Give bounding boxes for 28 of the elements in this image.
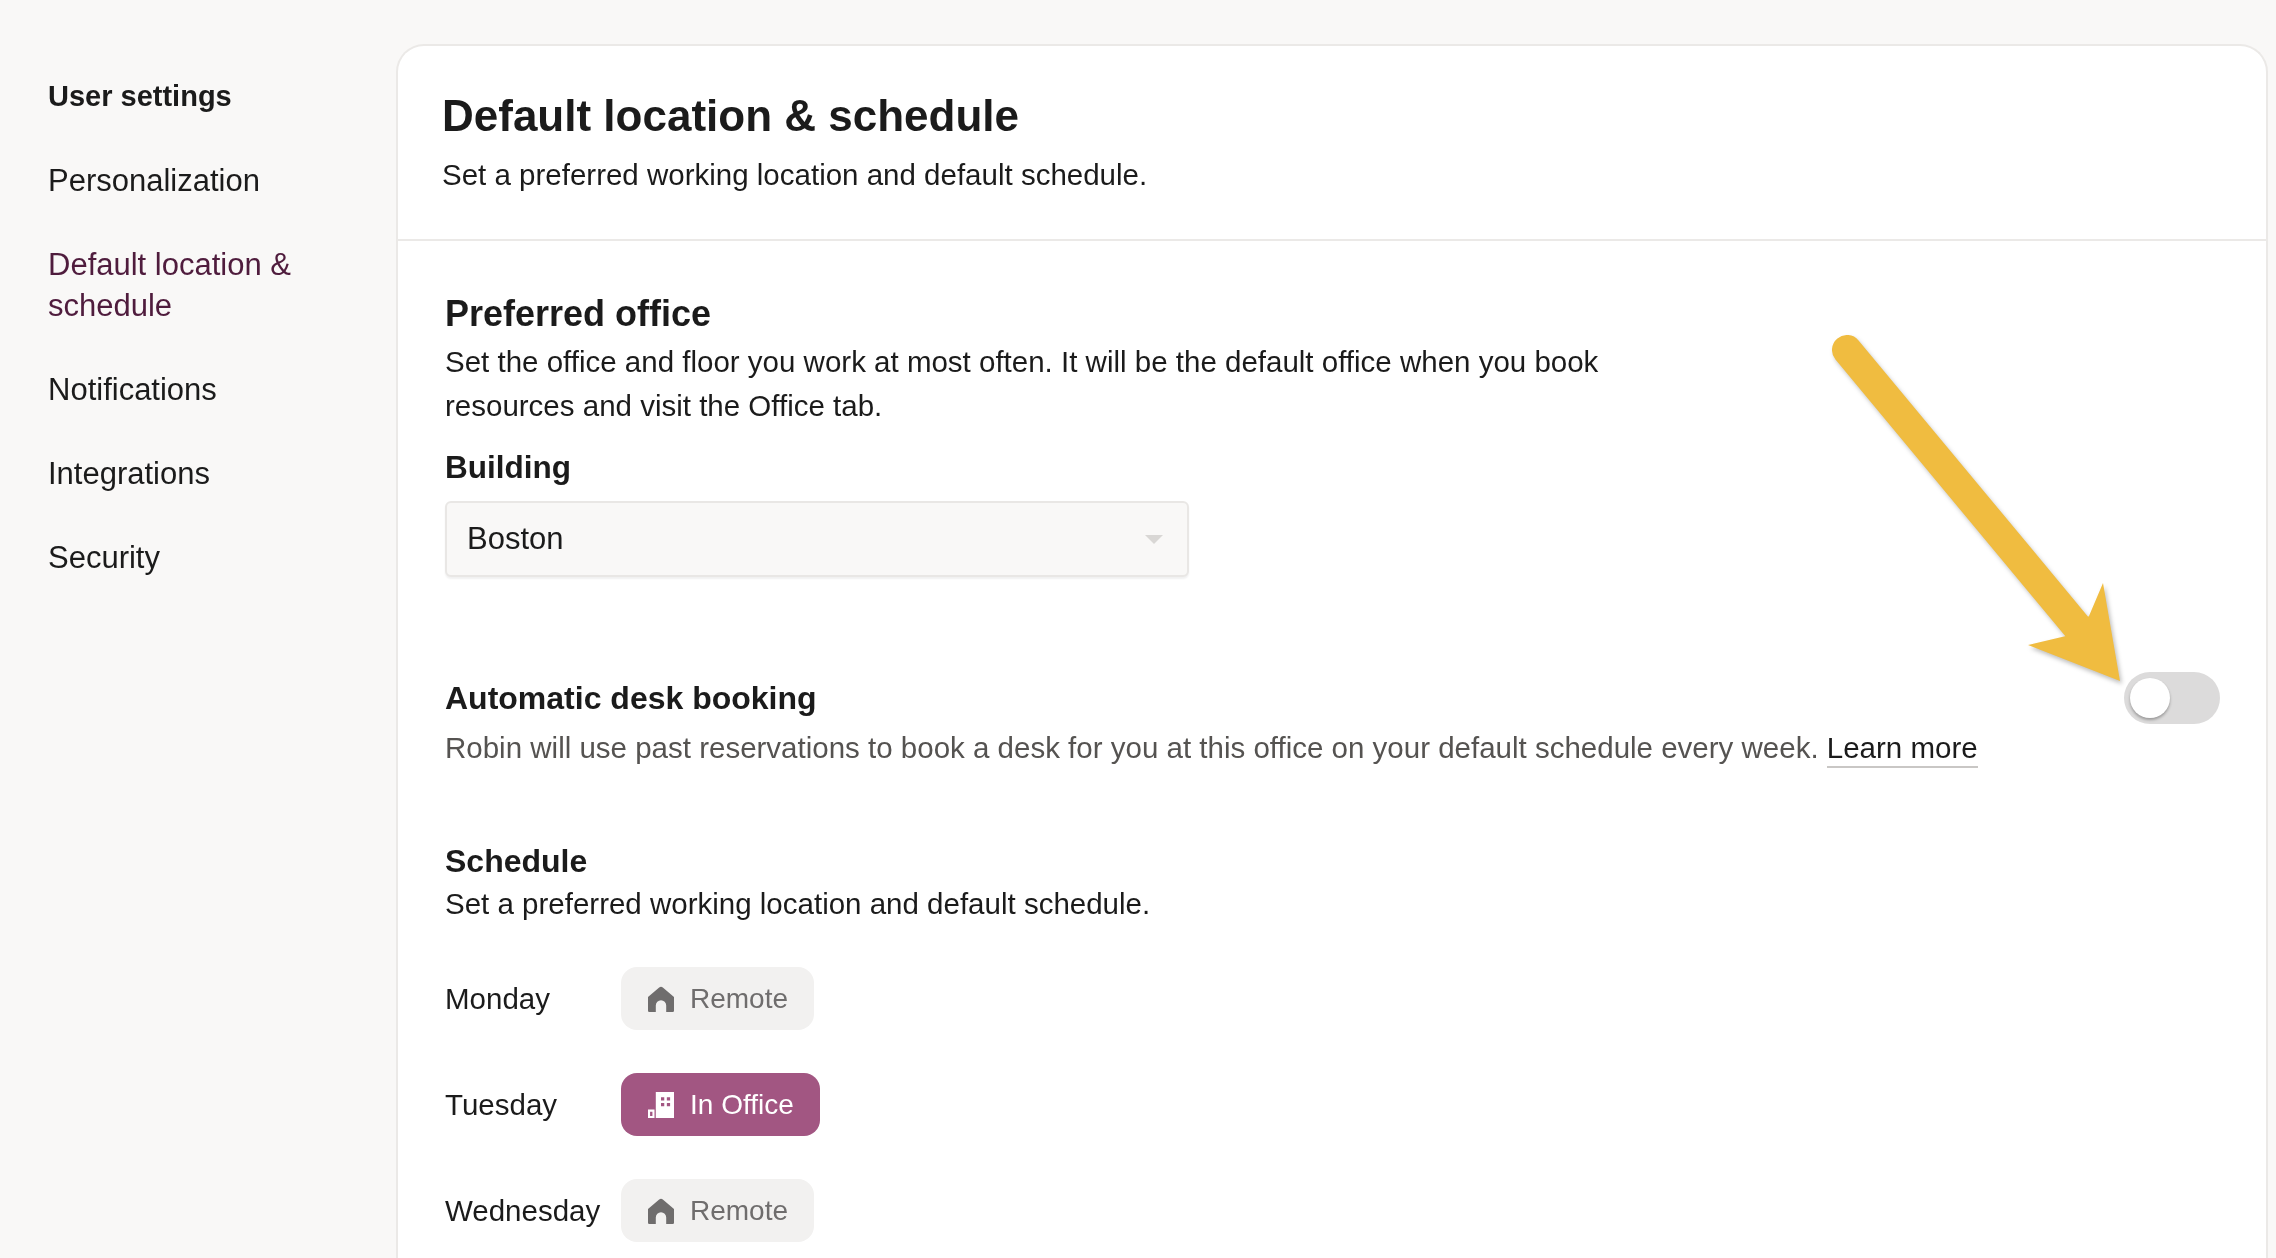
learn-more-link[interactable]: Learn more — [1826, 731, 1978, 768]
day-label: Wednesday — [445, 1193, 602, 1228]
day-label: Tuesday — [445, 1087, 559, 1122]
sidebar-item[interactable]: Notifications — [48, 369, 217, 410]
field-label: Building — [445, 448, 571, 486]
house-icon — [648, 1197, 674, 1224]
page-title: Default location & schedule — [442, 91, 1019, 141]
sidebar-item[interactable]: Security — [48, 537, 160, 578]
sidebar-item[interactable]: Default location & schedule — [48, 244, 336, 326]
page-subtitle: Set a preferred working location and default schedule. — [442, 157, 1148, 193]
section-description: Set a preferred working location and default schedule. — [445, 886, 1151, 922]
house-icon — [648, 985, 674, 1012]
toggle-switch[interactable] — [2124, 672, 2220, 724]
section-title: Preferred office — [445, 293, 712, 335]
sidebar-item[interactable]: Integrations — [48, 453, 210, 494]
section-description: Robin will use past reservations to book a desk for you at this office on your default schedule every week. Learn more — [445, 726, 1978, 770]
location-button[interactable]: In Office — [621, 1073, 820, 1136]
section-title: Automatic desk booking — [445, 679, 817, 717]
caret-icon — [1145, 534, 1163, 544]
sidebar-item[interactable]: Personalization — [48, 160, 260, 201]
section-description: Set the office and floor you work at most often. It will be the default office when you book resources and visit the Office tab. — [445, 344, 1600, 424]
location-button[interactable]: Remote — [621, 1179, 815, 1242]
building-dropdown[interactable]: Boston — [445, 501, 1189, 577]
location-button[interactable]: Remote — [621, 967, 815, 1030]
sidebar-heading: User settings — [48, 79, 232, 114]
building-icon — [648, 1091, 674, 1118]
day-label: Monday — [445, 981, 551, 1016]
section-title: Schedule — [445, 842, 588, 880]
